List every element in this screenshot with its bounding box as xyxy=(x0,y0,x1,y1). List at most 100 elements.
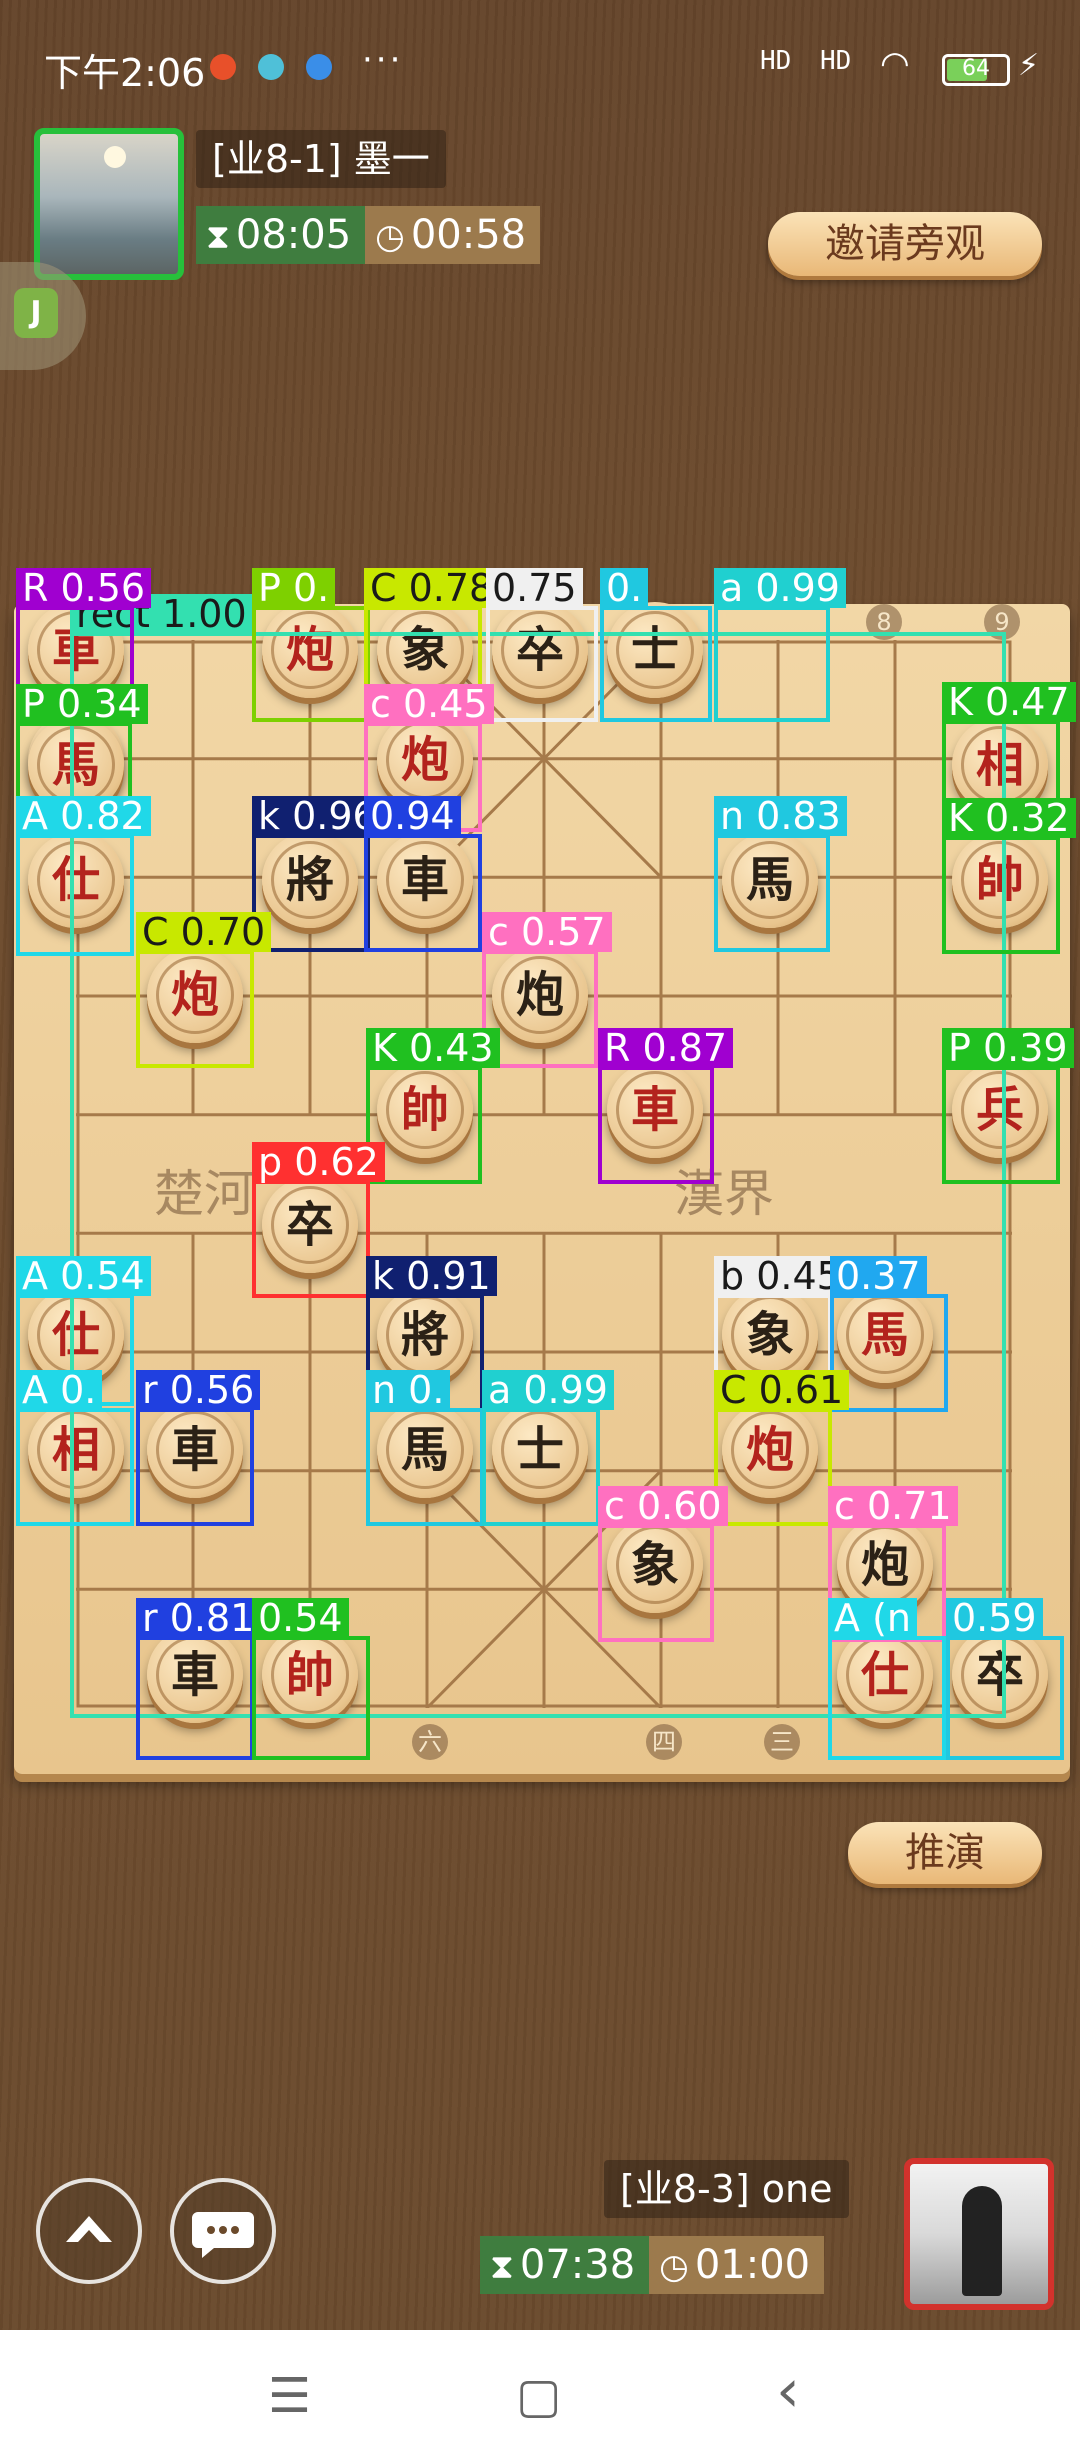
detection-label: 0.54 xyxy=(252,1598,349,1638)
file-label-bottom-3: 三 xyxy=(764,1724,800,1760)
player-name: [业8-3] one xyxy=(604,2160,849,2218)
piece-detection-box: K 0.32 xyxy=(942,798,1076,954)
detection-label: A 0. xyxy=(16,1370,103,1410)
app-notification-icon xyxy=(210,54,236,80)
up-arrow-button[interactable] xyxy=(36,2178,142,2284)
detection-label: k 0.91 xyxy=(366,1256,497,1296)
detection-label: n 0. xyxy=(366,1370,451,1410)
status-time: 下午2:06 xyxy=(44,51,206,95)
detection-label: r 0.81 xyxy=(136,1598,261,1638)
detection-label: 0.94 xyxy=(364,796,461,836)
piece-detection-box: A (n xyxy=(828,1598,946,1760)
piece-detection-box: r 0.56 xyxy=(136,1370,261,1526)
detection-label: K 0.47 xyxy=(942,682,1076,722)
detection-label: K 0.43 xyxy=(366,1028,500,1068)
detection-label: n 0.83 xyxy=(714,796,847,836)
detection-label: C 0.78 xyxy=(364,568,500,608)
detection-label: K 0.32 xyxy=(942,798,1076,838)
signal-icon-1: HD xyxy=(760,46,792,76)
invite-spectators-button[interactable]: 邀请旁观 xyxy=(768,212,1042,276)
piece-detection-box: R 0.87 xyxy=(598,1028,734,1184)
opponent-total-timer: ⧗ 08:05 xyxy=(196,206,366,264)
signal-icon-2: HD xyxy=(820,46,852,76)
piece-detection-box: 0.54 xyxy=(252,1598,370,1760)
player-total-time: 07:38 xyxy=(519,2242,636,2288)
detection-label: c 0.57 xyxy=(482,912,612,952)
piece-detection-box: a 0.99 xyxy=(482,1370,614,1526)
player-timer: ⧗ 07:38 ◷ 01:00 xyxy=(480,2236,825,2294)
more-notifications-icon: ··· xyxy=(362,40,404,80)
detection-label: C 0.70 xyxy=(136,912,272,952)
detection-label: 0.59 xyxy=(946,1598,1043,1638)
piece-detection-box: P 0. xyxy=(252,568,370,722)
avatar-figure xyxy=(962,2186,1002,2296)
back-icon[interactable]: ‹ xyxy=(776,2356,800,2426)
battery-percent: 64 xyxy=(962,56,990,81)
piece-detection-box: a 0.99 xyxy=(714,568,846,722)
piece-detection-box: C 0.61 xyxy=(714,1370,850,1526)
chat-button[interactable] xyxy=(170,2178,276,2284)
file-label-bottom-4: 四 xyxy=(646,1724,682,1760)
detection-label: C 0.61 xyxy=(714,1370,850,1410)
detection-label: A 0.82 xyxy=(16,796,151,836)
detection-label: P 0.34 xyxy=(16,684,148,724)
piece-detection-box: n 0.83 xyxy=(714,796,847,952)
player-move-timer: ◷ 01:00 xyxy=(649,2236,825,2294)
player-move-time: 01:00 xyxy=(694,2242,811,2288)
status-bar: 下午2:06 ··· HD HD ◠ 64 ⚡ xyxy=(0,0,1080,125)
home-icon[interactable]: ▢ xyxy=(516,2368,561,2424)
opponent-name: [业8-1] 墨一 xyxy=(196,130,446,188)
hourglass-icon: ⧗ xyxy=(490,2247,514,2287)
detection-label: r 0.56 xyxy=(136,1370,261,1410)
chat-bubble-icon xyxy=(192,2212,254,2258)
detection-label: 0.75 xyxy=(486,568,583,608)
app-notification-icon-3 xyxy=(306,54,332,80)
clock-icon: ◷ xyxy=(659,2247,689,2287)
wifi-icon: ◠ xyxy=(880,44,910,84)
piece-detection-box: 0.59 xyxy=(946,1598,1064,1760)
detection-label: b 0.45 xyxy=(714,1256,847,1296)
detection-label: A 0.54 xyxy=(16,1256,151,1296)
player-avatar[interactable] xyxy=(904,2158,1054,2310)
charging-icon: ⚡ xyxy=(1018,48,1040,83)
opponent-avatar[interactable] xyxy=(34,128,184,280)
detection-label: 0.37 xyxy=(830,1256,927,1296)
detection-label: R 0.56 xyxy=(16,568,152,608)
chevron-up-icon xyxy=(66,2216,112,2242)
piece-detection-box: P 0.39 xyxy=(942,1028,1074,1184)
detection-label: p 0.62 xyxy=(252,1142,385,1182)
avatar-sun xyxy=(104,146,126,168)
detection-label: A (n xyxy=(828,1598,917,1638)
piece-detection-box: 0.94 xyxy=(364,796,482,952)
file-label-bottom-6: 六 xyxy=(412,1724,448,1760)
piece-detection-box: A 0. xyxy=(16,1370,134,1526)
piece-detection-box: n 0. xyxy=(366,1370,484,1526)
piece-detection-box: c 0.60 xyxy=(598,1486,728,1642)
app-notification-icon-2 xyxy=(258,54,284,80)
piece-detection-box: C 0.70 xyxy=(136,912,272,1068)
opponent-move-time: 00:58 xyxy=(410,212,527,258)
detection-label: c 0.45 xyxy=(364,684,494,724)
piece-detection-box: 0.75 xyxy=(486,568,598,722)
opponent-timer: ⧗ 08:05 ◷ 00:58 xyxy=(196,206,541,264)
opponent-total-time: 08:05 xyxy=(235,212,352,258)
system-nav-bar: ☰ ▢ ‹ xyxy=(0,2330,1080,2460)
detection-label: P 0.39 xyxy=(942,1028,1074,1068)
detection-label: a 0.99 xyxy=(714,568,846,608)
detection-label: c 0.71 xyxy=(828,1486,958,1526)
detection-label: c 0.60 xyxy=(598,1486,728,1526)
detection-label: a 0.99 xyxy=(482,1370,614,1410)
opponent-move-timer: ◷ 00:58 xyxy=(365,206,541,264)
piece-detection-box: p 0.62 xyxy=(252,1142,385,1298)
detection-label: R 0.87 xyxy=(598,1028,734,1068)
detection-label: 0. xyxy=(600,568,649,608)
piece-detection-box: r 0.81 xyxy=(136,1598,261,1760)
deduce-button[interactable]: 推演 xyxy=(848,1822,1042,1884)
menu-icon[interactable]: ☰ xyxy=(268,2368,311,2424)
clock-icon: ◷ xyxy=(375,217,405,257)
assistant-icon: J xyxy=(14,288,58,338)
hourglass-icon: ⧗ xyxy=(206,217,230,257)
battery-icon: 64 xyxy=(942,54,1010,86)
player-total-timer: ⧗ 07:38 xyxy=(480,2236,650,2294)
piece-detection-box: 0. xyxy=(600,568,712,722)
